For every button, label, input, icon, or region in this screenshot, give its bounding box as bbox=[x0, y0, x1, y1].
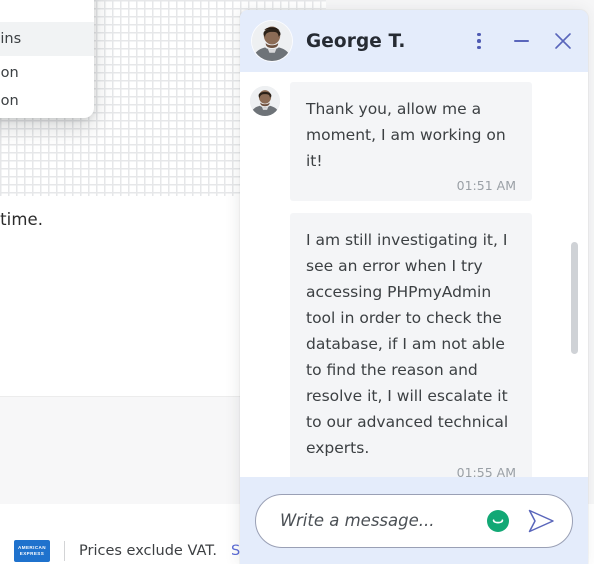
message-bubble-incoming: Thank you, allow me a moment, I am worki… bbox=[290, 82, 532, 201]
message-text: Thank you, allow me a moment, I am worki… bbox=[306, 100, 506, 170]
emoji-smiley-icon[interactable] bbox=[486, 509, 510, 533]
american-express-logo-icon: AMERICAN EXPRESS bbox=[14, 540, 50, 562]
message-input-shell[interactable] bbox=[255, 493, 573, 548]
kebab-dots bbox=[477, 32, 481, 50]
chat-message: Thank you, allow me a moment, I am worki… bbox=[240, 82, 588, 201]
message-bubble-incoming: I am still investigating it, I see an er… bbox=[290, 213, 532, 487]
contact-avatar-image bbox=[252, 21, 292, 61]
menu-item-0[interactable] bbox=[0, 0, 94, 22]
minimize-icon[interactable] bbox=[510, 30, 532, 52]
chat-widget[interactable]: George T. Thank you, allow me a moment, … bbox=[240, 10, 588, 564]
close-glyph bbox=[555, 33, 571, 49]
close-icon[interactable] bbox=[552, 30, 574, 52]
contact-avatar[interactable] bbox=[252, 21, 292, 61]
chat-message: I am still investigating it, I see an er… bbox=[240, 213, 588, 487]
minimize-dash bbox=[513, 39, 529, 43]
amex-line-2: EXPRESS bbox=[19, 551, 45, 556]
chat-scrollbar-thumb[interactable] bbox=[571, 242, 578, 354]
message-avatar-image bbox=[250, 86, 280, 116]
dropdown-menu-card[interactable]: ugins ation ation bbox=[0, 0, 94, 118]
emoji-glyph bbox=[487, 509, 509, 532]
chat-composer bbox=[240, 477, 588, 564]
send-glyph bbox=[528, 509, 554, 532]
send-paper-plane-icon[interactable] bbox=[526, 508, 556, 534]
chat-message-list[interactable]: Thank you, allow me a moment, I am worki… bbox=[240, 72, 588, 487]
message-input[interactable] bbox=[278, 510, 486, 531]
content-lead-text: at any time. bbox=[0, 210, 44, 229]
menu-item-duplication[interactable]: ation bbox=[0, 84, 94, 118]
footer-divider bbox=[64, 541, 65, 561]
chat-header-actions bbox=[468, 30, 574, 52]
chat-header: George T. bbox=[240, 10, 588, 72]
message-avatar bbox=[250, 86, 280, 116]
kebab-menu-icon[interactable] bbox=[468, 30, 490, 52]
vat-note: Prices exclude VAT. bbox=[79, 543, 217, 559]
chat-contact-name: George T. bbox=[306, 30, 406, 52]
message-timestamp: 01:51 AM bbox=[456, 178, 516, 193]
message-text: I am still investigating it, I see an er… bbox=[306, 231, 509, 457]
menu-item-plugins[interactable]: ugins bbox=[0, 22, 94, 56]
